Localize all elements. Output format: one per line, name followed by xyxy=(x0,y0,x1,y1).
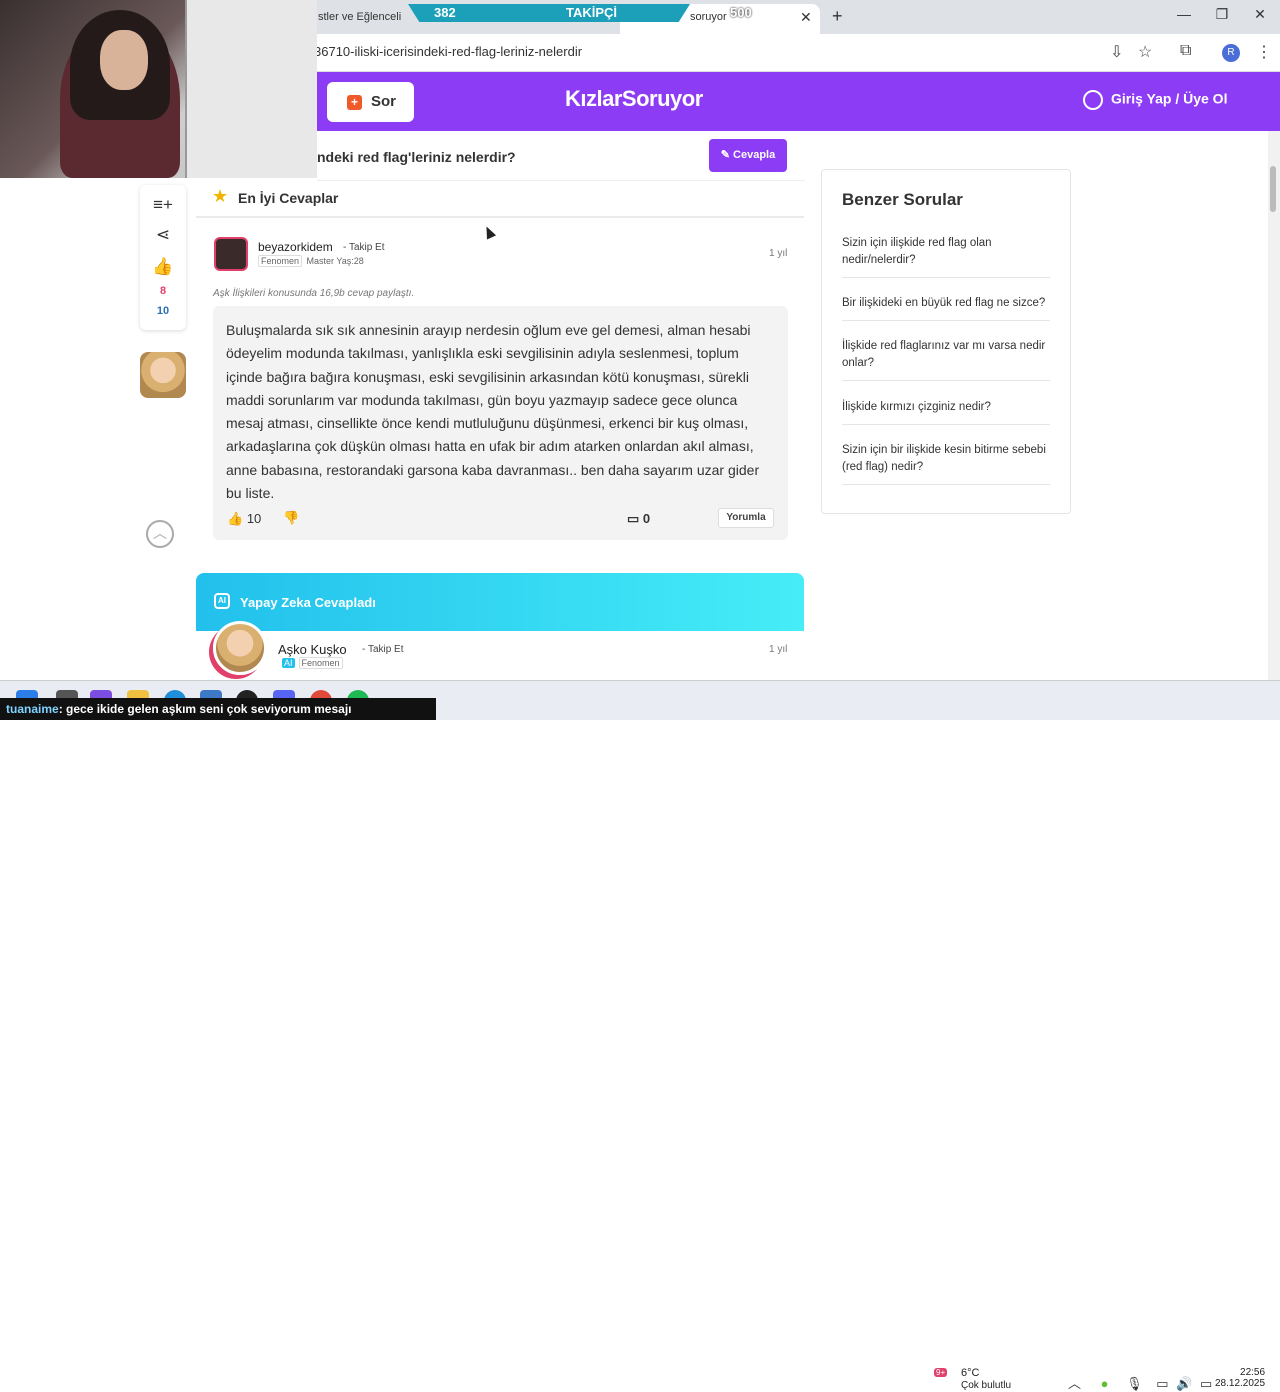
minimize-icon[interactable]: — xyxy=(1164,6,1204,22)
battery-icon[interactable]: ▭ xyxy=(1200,1376,1212,1391)
new-tab-icon[interactable]: + xyxy=(832,6,843,27)
follower-goal: 500 xyxy=(730,5,752,20)
webcam-background xyxy=(185,0,317,178)
follower-goal-bar: 382 TAKİPÇİ xyxy=(408,4,690,22)
ai-answer-title: Yapay Zeka Cevapladı xyxy=(240,595,376,610)
app-tray-icon[interactable]: ● xyxy=(1101,1376,1109,1391)
page-scrollbar[interactable] xyxy=(1268,131,1280,680)
score-count: 10 xyxy=(156,305,170,317)
like-count: 8 xyxy=(159,285,167,297)
answer-text: Buluşmalarda sık sık annesinin arayıp ne… xyxy=(226,322,760,502)
menu-dots-icon[interactable]: ⋮ xyxy=(1256,42,1272,62)
action-panel: ≡+ ⋖ 👍 8 10 xyxy=(140,185,186,330)
ai-badges: AI Fenomen xyxy=(278,657,343,669)
comment-button[interactable]: Yorumla xyxy=(718,508,774,528)
dislike-icon[interactable]: 👎 xyxy=(283,510,299,526)
url-field[interactable]: 36710-iliski-icerisindeki-red-flag-lerin… xyxy=(314,44,582,59)
clock-time: 22:56 xyxy=(1240,1367,1266,1378)
user-icon xyxy=(1083,90,1103,110)
question-bar: ndeki red flag'leriniz nelerdir? ✎ Cevap… xyxy=(317,131,805,181)
ask-button[interactable]: + Sor xyxy=(327,82,414,122)
login-link[interactable]: Giriş Yap / Üye Ol xyxy=(1083,90,1227,110)
site-logo[interactable]: KızlarSoruyor xyxy=(565,86,703,112)
best-answers-header: ★ En İyi Cevaplar xyxy=(196,184,804,218)
answer-avatar[interactable] xyxy=(214,237,248,271)
ai-badge-icon: AI xyxy=(282,658,295,668)
volume-icon[interactable]: 🔊 xyxy=(1176,1376,1192,1391)
answer-button-label: Cevapla xyxy=(733,149,776,161)
tab-title: stler ve Eğlenceli xyxy=(318,11,402,23)
bookmark-star-icon[interactable]: ☆ xyxy=(1138,42,1152,62)
answer-time: 1 yıl xyxy=(769,248,788,259)
similar-question-link[interactable]: İlişkide red flaglarınız var mı varsa ne… xyxy=(842,338,1050,381)
answer-body: Buluşmalarda sık sık annesinin arayıp ne… xyxy=(213,306,788,540)
microphone-icon[interactable]: 🎙 xyxy=(1126,1376,1143,1391)
weather-desc: Çok bulutlu xyxy=(961,1380,1012,1391)
plus-icon: + xyxy=(347,95,362,110)
mouse-cursor xyxy=(481,224,497,240)
weather-widget[interactable]: 9+ 6°C Çok bulutlu xyxy=(934,1367,1011,1391)
profile-avatar[interactable]: R xyxy=(1222,44,1240,62)
weather-badge: 9+ xyxy=(934,1368,948,1377)
ai-avatar[interactable] xyxy=(213,621,267,675)
add-to-list-icon[interactable]: ≡+ xyxy=(140,195,186,215)
answer-username[interactable]: beyazorkidem xyxy=(258,240,333,254)
ai-icon: AI xyxy=(214,593,230,609)
clock[interactable]: 22:56 28.12.2025 xyxy=(1215,1367,1265,1389)
question-title: ndeki red flag'leriniz nelerdir? xyxy=(317,149,516,165)
badge-fenomen: Fenomen xyxy=(258,255,303,267)
ai-answer-time: 1 yıl xyxy=(769,644,788,655)
close-icon[interactable]: ✕ xyxy=(800,4,812,30)
star-icon: ★ xyxy=(212,186,229,206)
system-tray: ︿ ● 🎙 ▭ 🔊 ▭ xyxy=(1068,1373,1212,1392)
browser-tab[interactable]: stler ve Eğlenceli xyxy=(310,4,428,34)
similar-question-link[interactable]: Sizin için ilişkide red flag olan nedir/… xyxy=(842,235,1050,278)
answer-like-button[interactable]: 👍 10 xyxy=(227,511,261,527)
network-icon[interactable]: ▭ xyxy=(1156,1376,1168,1391)
login-label: Giriş Yap / Üye Ol xyxy=(1111,90,1228,107)
clock-date: 28.12.2025 xyxy=(1215,1378,1266,1389)
ai-username[interactable]: Aşko Kuşko xyxy=(278,642,347,657)
install-icon[interactable]: ⇩ xyxy=(1110,42,1123,62)
ai-answer-header: AI Yapay Zeka Cevapladı xyxy=(196,573,804,631)
follow-link[interactable]: - Takip Et xyxy=(343,242,385,253)
comment-count: 0 xyxy=(642,511,651,526)
ask-button-label: Sor xyxy=(371,93,397,110)
answer-button[interactable]: ✎ Cevapla xyxy=(709,139,787,172)
similar-question-link[interactable]: İlişkide kırmızı çizginiz nedir? xyxy=(842,399,1050,425)
window-close-icon[interactable]: ✕ xyxy=(1240,6,1280,23)
similar-question-link[interactable]: Bir ilişkideki en büyük red flag ne sizc… xyxy=(842,295,1050,321)
similar-questions-title: Benzer Sorular xyxy=(842,190,963,209)
follower-count: 382 xyxy=(434,5,456,20)
share-icon[interactable]: ⋖ xyxy=(140,225,186,245)
comment-count-button[interactable]: ▭ 0 xyxy=(627,511,650,527)
weather-temp: 6°C xyxy=(961,1367,980,1379)
follow-label: Takip Et xyxy=(348,242,385,253)
answer-like-count: 10 xyxy=(246,511,262,526)
stream-chat-overlay: tuanaime: gece ikide gelen aşkım seni ço… xyxy=(0,698,436,720)
chevron-up-icon[interactable]: ︿ xyxy=(1068,1376,1081,1391)
scrollbar-thumb[interactable] xyxy=(1270,166,1276,212)
chat-username: tuanaime xyxy=(6,702,59,716)
follower-label: TAKİPÇİ xyxy=(566,5,618,20)
tab-title: soruyor xyxy=(690,11,727,23)
follow-label: Takip Et xyxy=(367,644,404,655)
user-badges: Fenomen Master Yaş:28 xyxy=(258,255,366,267)
webcam-overlay xyxy=(0,0,317,178)
answer-meta: Aşk İlişkileri konusunda 16,9b cevap pay… xyxy=(213,288,415,299)
site-header: + Sor KızlarSoruyor Giriş Yap / Üye Ol xyxy=(317,72,1280,131)
maximize-icon[interactable]: ❐ xyxy=(1202,6,1242,23)
badge-fenomen: Fenomen xyxy=(298,657,343,669)
chat-message: : gece ikide gelen aşkım seni çok seviyo… xyxy=(58,702,352,716)
webcam-face xyxy=(100,30,148,90)
ai-follow-link[interactable]: - Takip Et xyxy=(362,644,404,655)
similar-questions-panel: Benzer Sorular Sizin için ilişkide red f… xyxy=(821,169,1071,514)
user-avatar[interactable] xyxy=(140,352,186,398)
similar-question-link[interactable]: Sizin için bir ilişkide kesin bitirme se… xyxy=(842,442,1050,485)
like-icon[interactable]: 👍 xyxy=(140,257,186,277)
scroll-up-icon[interactable]: ︿ xyxy=(146,520,174,548)
best-answers-title: En İyi Cevaplar xyxy=(238,190,339,206)
badge-level: Master Yaş:28 xyxy=(306,256,364,266)
extensions-icon[interactable]: ⧉ xyxy=(1180,42,1191,60)
